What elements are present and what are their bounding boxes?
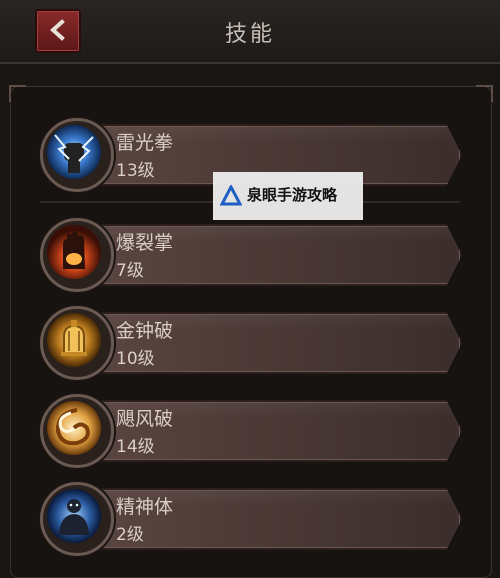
skill-item-hurricane[interactable]: 飓风破 14级 bbox=[40, 394, 462, 468]
page-title: 技能 bbox=[224, 22, 275, 47]
watermark-text: 泉眼手游攻略 bbox=[247, 186, 338, 204]
flaming-palm-icon bbox=[47, 225, 101, 279]
skill-name: 精神体 bbox=[116, 496, 174, 518]
skill-level: 14级 bbox=[116, 437, 155, 457]
golden-bell-icon bbox=[47, 313, 101, 367]
skill-item-flaming-palm[interactable]: 爆裂掌 7级 bbox=[40, 218, 462, 292]
skill-icon-frame bbox=[40, 218, 114, 292]
spirit-body-icon bbox=[47, 489, 101, 543]
skill-item-golden-bell[interactable]: 金钟破 10级 bbox=[40, 306, 462, 380]
corner-ornament-icon bbox=[9, 85, 26, 102]
top-bar: 技能 bbox=[0, 0, 500, 64]
skill-name: 爆裂掌 bbox=[116, 232, 174, 254]
triangle-logo-icon bbox=[220, 185, 242, 206]
lightning-fist-icon bbox=[47, 125, 101, 179]
skill-level: 13级 bbox=[116, 161, 155, 181]
skill-level: 10级 bbox=[116, 349, 155, 369]
skill-name: 飓风破 bbox=[116, 408, 174, 430]
skill-icon-frame bbox=[40, 306, 114, 380]
corner-ornament-icon bbox=[476, 85, 493, 102]
watermark-badge: 泉眼手游攻略 bbox=[213, 172, 363, 220]
skill-icon-frame bbox=[40, 394, 114, 468]
skill-icon-frame bbox=[40, 118, 114, 192]
skill-item-spirit-body[interactable]: 精神体 2级 bbox=[40, 482, 462, 556]
hurricane-spiral-icon bbox=[47, 401, 101, 455]
skill-name: 金钟破 bbox=[116, 320, 174, 342]
skill-icon-frame bbox=[40, 482, 114, 556]
skill-level: 7级 bbox=[116, 261, 144, 281]
skill-name: 雷光拳 bbox=[116, 132, 174, 154]
skill-level: 2级 bbox=[116, 525, 144, 545]
